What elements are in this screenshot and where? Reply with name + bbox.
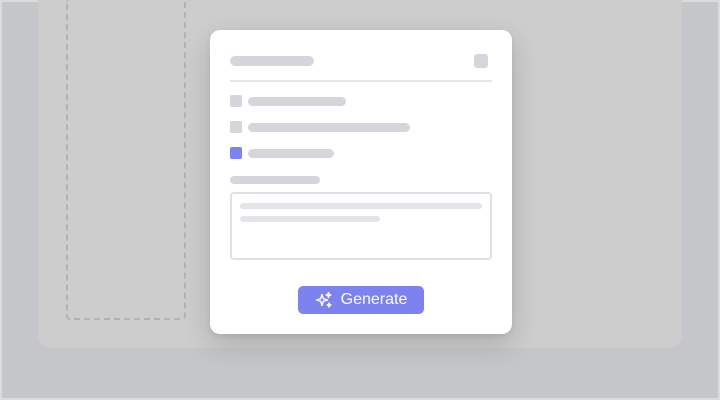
option-label-placeholder bbox=[248, 97, 346, 106]
dashed-drop-zone bbox=[66, 0, 186, 320]
close-button[interactable] bbox=[474, 54, 488, 68]
option-label-placeholder bbox=[248, 149, 334, 158]
option-checkbox[interactable] bbox=[230, 95, 242, 107]
option-label-placeholder bbox=[248, 123, 410, 132]
field-label-placeholder bbox=[230, 176, 320, 184]
option-checkbox[interactable] bbox=[230, 121, 242, 133]
generate-button-label: Generate bbox=[340, 291, 408, 308]
option-checkbox-checked[interactable] bbox=[230, 147, 242, 159]
header-divider bbox=[230, 80, 492, 82]
generate-dialog: Generate bbox=[210, 30, 512, 334]
prompt-textarea[interactable] bbox=[230, 192, 492, 260]
dialog-title-placeholder bbox=[230, 56, 314, 66]
sparkles-icon bbox=[315, 291, 333, 309]
text-line-placeholder bbox=[240, 203, 482, 209]
text-line-placeholder bbox=[240, 216, 380, 222]
generate-button[interactable]: Generate bbox=[298, 286, 424, 314]
